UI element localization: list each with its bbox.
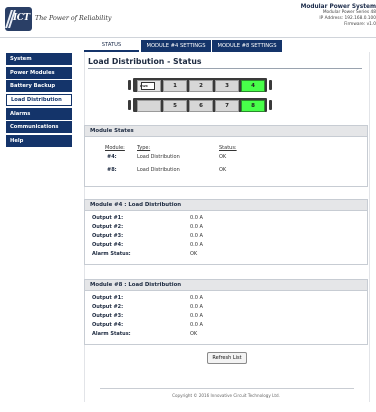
module-rail-top: PWR 1 2 3 4 <box>133 78 267 92</box>
sidebar-item-load-distribution[interactable]: Load Distribution <box>6 94 72 107</box>
system-info-line: Firmware: v1.0 <box>344 22 376 27</box>
module-rail-bottom: 5 6 7 8 <box>133 98 267 112</box>
output-label: Output #3: <box>92 233 124 239</box>
output-value: 0.0 A <box>190 295 203 301</box>
module-slot-2[interactable]: 2 <box>189 80 213 92</box>
module-states-panel: Module States Module: Type: Status: #4: … <box>84 125 368 187</box>
state-row-status: OK <box>219 167 227 173</box>
output-value: 0.0 A <box>190 242 203 248</box>
alarm-status-label: Alarm Status: <box>92 251 131 257</box>
column-header-type: Type: <box>137 145 151 151</box>
tagline: The Power of Reliability <box>35 15 112 22</box>
sidebar-item-battery-backup[interactable]: Battery Backup <box>6 80 72 93</box>
module-slot-4[interactable]: 4 <box>241 80 265 92</box>
module-slot-empty <box>137 100 161 112</box>
power-monitor-cell: PWR <box>137 80 161 92</box>
module-slot-5[interactable]: 5 <box>163 100 187 112</box>
panel-title: Module #8 : Load Distribution <box>85 280 367 291</box>
output-label: Output #2: <box>92 304 124 310</box>
output-value: 0.0 A <box>190 224 203 230</box>
rail-end <box>269 100 272 110</box>
state-row-type: Load Distribution <box>137 154 180 160</box>
sidebar-item-system[interactable]: System <box>6 53 72 65</box>
output-value: 0.0 A <box>190 322 203 328</box>
rail-end <box>269 80 272 90</box>
module-8-panel: Module #8 : Load Distribution Output #1:… <box>84 279 368 345</box>
output-value: 0.0 A <box>190 304 203 310</box>
rail-end <box>128 100 131 110</box>
sidebar-item-communications[interactable]: Communications <box>6 121 72 134</box>
panel-title: Module #4 : Load Distribution <box>85 200 367 211</box>
output-value: 0.0 A <box>190 215 203 221</box>
pwr-label: PWR <box>140 84 148 88</box>
module-slot-1[interactable]: 1 <box>163 80 187 92</box>
output-label: Output #1: <box>92 215 124 221</box>
logo-ict-text: ICT <box>13 13 30 23</box>
alarm-status-label: Alarm Status: <box>92 331 131 337</box>
sidebar: System Power Modules Battery Backup Load… <box>6 53 72 149</box>
rail-end <box>128 80 131 90</box>
header-divider <box>0 37 376 38</box>
output-label: Output #3: <box>92 313 124 319</box>
alarm-status-value: OK <box>190 251 198 257</box>
page-title: Load Distribution - Status <box>88 57 202 66</box>
title-divider <box>88 68 362 69</box>
module-slot-3[interactable]: 3 <box>215 80 239 92</box>
alarm-status-value: OK <box>190 331 198 337</box>
footer-copyright: Copyright © 2016 Innovative Circuit Tech… <box>172 393 280 398</box>
panel-title: Module States <box>85 126 367 137</box>
sidebar-item-help[interactable]: Help <box>6 135 72 148</box>
footer-divider <box>100 388 354 389</box>
tab-module-8-settings[interactable]: MODULE #8 SETTINGS <box>212 40 282 52</box>
output-label: Output #1: <box>92 295 124 301</box>
header: ICT The Power of Reliability Modular Pow… <box>0 0 376 38</box>
module-4-panel: Module #4 : Load Distribution Output #1:… <box>84 199 368 265</box>
ict-logo-badge: ICT <box>5 7 32 31</box>
state-row-module: #4: <box>107 154 117 160</box>
state-row-type: Load Distribution <box>137 167 180 173</box>
module-slot-7[interactable]: 7 <box>215 100 239 112</box>
output-label: Output #2: <box>92 224 124 230</box>
output-value: 0.0 A <box>190 313 203 319</box>
column-header-module: Module: <box>105 145 125 151</box>
output-label: Output #4: <box>92 322 124 328</box>
page: ICT The Power of Reliability Modular Pow… <box>0 0 376 412</box>
ict-logo: ICT The Power of Reliability <box>5 5 115 33</box>
sidebar-item-alarms[interactable]: Alarms <box>6 107 72 120</box>
state-row-module: #8: <box>107 167 117 173</box>
output-value: 0.0 A <box>190 233 203 239</box>
system-info: Modular Power System Modular Power Serie… <box>301 4 376 28</box>
refresh-list-button[interactable]: Refresh List <box>207 352 247 364</box>
sidebar-item-power-modules[interactable]: Power Modules <box>6 66 72 79</box>
column-header-status: Status: <box>219 145 237 151</box>
tab-status[interactable]: STATUS <box>84 40 139 52</box>
tab-module-4-settings[interactable]: MODULE #4 SETTINGS <box>141 40 211 52</box>
output-label: Output #4: <box>92 242 124 248</box>
state-row-status: OK <box>219 154 227 160</box>
module-slot-8[interactable]: 8 <box>241 100 265 112</box>
module-slot-6[interactable]: 6 <box>189 100 213 112</box>
